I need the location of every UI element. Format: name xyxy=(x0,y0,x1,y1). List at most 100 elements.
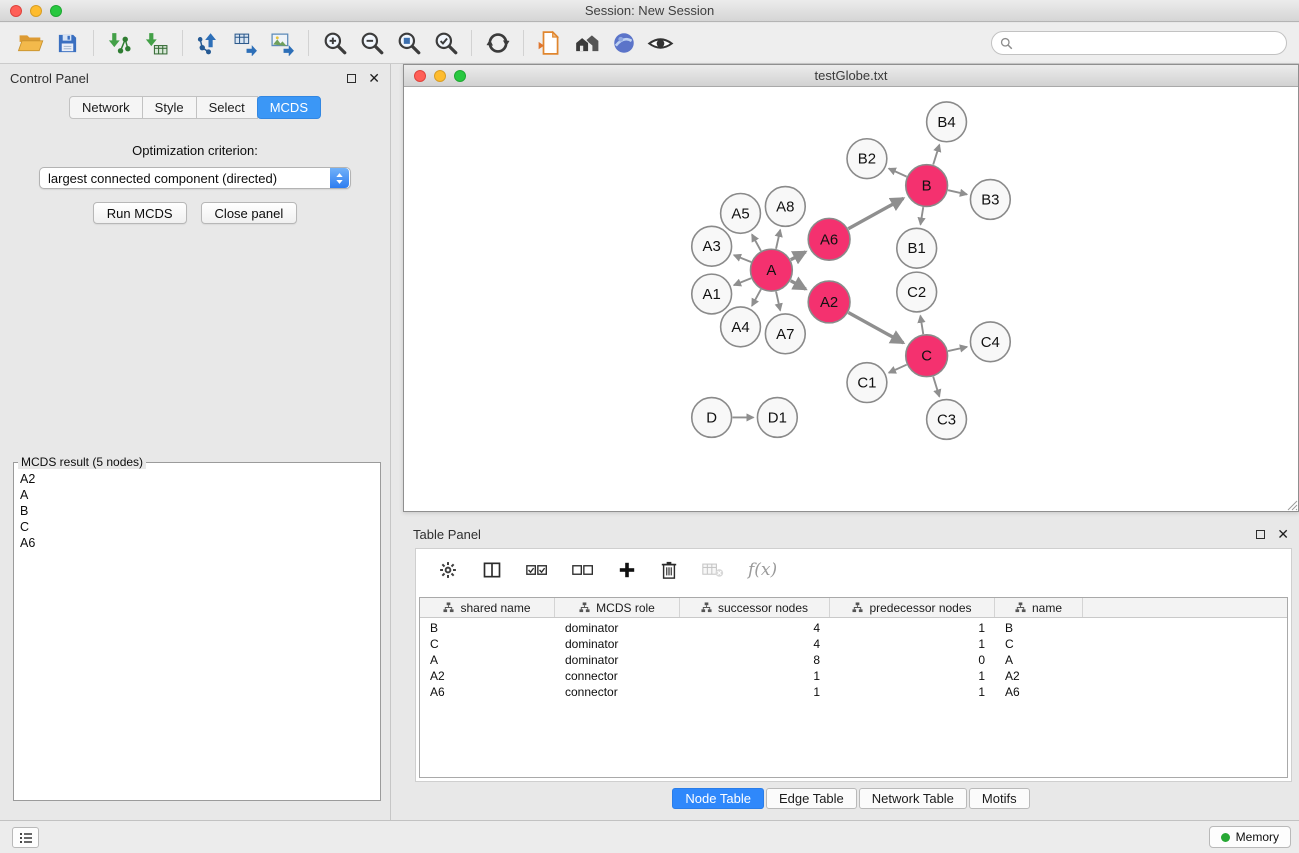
network-node[interactable]: C3 xyxy=(927,400,967,440)
network-canvas[interactable]: B4B2BB3A5A8A6B1A3AC2A1A2A4A7CC4C1C3DD1 xyxy=(405,88,1297,510)
table-cell[interactable]: dominator xyxy=(555,637,680,651)
resize-grip-icon[interactable] xyxy=(1285,498,1298,511)
network-edge[interactable] xyxy=(948,190,967,194)
deselect-all-button[interactable] xyxy=(572,562,594,578)
column-header[interactable]: shared name xyxy=(420,598,555,617)
table-row[interactable]: Adominator80A xyxy=(420,652,1287,668)
table-cell[interactable]: 1 xyxy=(830,621,995,635)
network-edge[interactable] xyxy=(752,235,761,251)
close-network-icon[interactable] xyxy=(414,70,426,82)
table-row[interactable]: A6connector11A6 xyxy=(420,684,1287,700)
close-panel-button[interactable]: Close panel xyxy=(201,202,298,224)
table-cell[interactable]: 8 xyxy=(680,653,830,667)
table-cell[interactable]: A6 xyxy=(995,685,1083,699)
network-window-titlebar[interactable]: testGlobe.txt xyxy=(404,65,1298,87)
network-edge[interactable] xyxy=(791,252,806,260)
zoom-in-button[interactable] xyxy=(316,26,353,60)
tab-motifs[interactable]: Motifs xyxy=(969,788,1030,809)
network-node[interactable]: A6 xyxy=(808,218,850,260)
tab-mcds[interactable]: MCDS xyxy=(257,96,321,119)
zoom-network-icon[interactable] xyxy=(454,70,466,82)
table-cell[interactable]: A2 xyxy=(995,669,1083,683)
memory-button[interactable]: Memory xyxy=(1209,826,1291,848)
close-panel-icon[interactable]: ✕ xyxy=(368,71,380,85)
new-network-button[interactable] xyxy=(190,26,227,60)
mcds-result-item[interactable]: A xyxy=(20,487,374,503)
tab-select[interactable]: Select xyxy=(196,96,258,119)
table-cell[interactable]: 4 xyxy=(680,621,830,635)
network-node[interactable]: A8 xyxy=(765,187,805,227)
minimize-window-icon[interactable] xyxy=(30,5,42,17)
network-node[interactable]: D1 xyxy=(757,398,797,438)
column-header[interactable]: predecessor nodes xyxy=(830,598,995,617)
network-node[interactable]: A4 xyxy=(721,307,761,347)
mcds-result-item[interactable]: A6 xyxy=(20,535,374,551)
network-node[interactable]: A5 xyxy=(721,194,761,234)
table-cell[interactable]: A2 xyxy=(420,669,555,683)
export-table-button[interactable] xyxy=(227,26,264,60)
close-table-panel-icon[interactable]: ✕ xyxy=(1277,527,1289,541)
network-edge[interactable] xyxy=(889,365,907,373)
search-input[interactable] xyxy=(1018,36,1278,51)
table-cell[interactable]: 1 xyxy=(680,685,830,699)
import-network-button[interactable] xyxy=(101,26,138,60)
tab-network[interactable]: Network xyxy=(69,96,143,119)
network-node[interactable]: A3 xyxy=(692,226,732,266)
table-cell[interactable]: A xyxy=(420,653,555,667)
table-cell[interactable]: 0 xyxy=(830,653,995,667)
network-edge[interactable] xyxy=(933,377,939,397)
delete-column-button[interactable] xyxy=(660,560,678,580)
network-edge[interactable] xyxy=(933,145,939,165)
style-paint-button[interactable] xyxy=(605,26,642,60)
select-all-button[interactable] xyxy=(526,562,548,578)
search-box[interactable] xyxy=(991,31,1287,55)
network-edge[interactable] xyxy=(776,230,780,249)
show-columns-button[interactable] xyxy=(482,560,502,580)
float-table-panel-icon[interactable] xyxy=(1256,530,1265,539)
table-cell[interactable]: 1 xyxy=(830,637,995,651)
table-row[interactable]: A2connector11A2 xyxy=(420,668,1287,684)
zoom-selected-button[interactable] xyxy=(427,26,464,60)
network-graph[interactable]: B4B2BB3A5A8A6B1A3AC2A1A2A4A7CC4C1C3DD1 xyxy=(405,88,1297,510)
network-edge[interactable] xyxy=(734,255,751,262)
home-button[interactable] xyxy=(568,26,605,60)
network-node[interactable]: B3 xyxy=(970,180,1010,220)
create-column-button[interactable] xyxy=(618,561,636,579)
open-session-button[interactable] xyxy=(12,26,49,60)
network-edge[interactable] xyxy=(848,198,903,228)
table-settings-button[interactable] xyxy=(438,560,458,580)
table-cell[interactable]: connector xyxy=(555,685,680,699)
table-cell[interactable]: A xyxy=(995,653,1083,667)
float-panel-icon[interactable] xyxy=(347,74,356,83)
network-node[interactable]: B4 xyxy=(927,102,967,142)
network-node[interactable]: A7 xyxy=(765,314,805,354)
optimization-criterion-select[interactable]: largest connected component (directed) xyxy=(39,167,351,189)
network-node[interactable]: A xyxy=(750,249,792,291)
network-file-button[interactable] xyxy=(531,26,568,60)
network-node[interactable]: A2 xyxy=(808,281,850,323)
network-edge[interactable] xyxy=(848,313,903,343)
network-node[interactable]: C xyxy=(906,335,948,377)
tab-node-table[interactable]: Node Table xyxy=(672,788,764,809)
table-cell[interactable]: connector xyxy=(555,669,680,683)
table-cell[interactable]: dominator xyxy=(555,653,680,667)
network-edge[interactable] xyxy=(734,278,751,285)
network-node[interactable]: C4 xyxy=(970,322,1010,362)
network-node[interactable]: A1 xyxy=(692,274,732,314)
close-window-icon[interactable] xyxy=(10,5,22,17)
table-row[interactable]: Bdominator41B xyxy=(420,620,1287,636)
mcds-result-item[interactable]: A2 xyxy=(20,471,374,487)
table-cell[interactable]: A6 xyxy=(420,685,555,699)
table-cell[interactable]: B xyxy=(420,621,555,635)
network-node[interactable]: C2 xyxy=(897,272,937,312)
network-node[interactable]: B1 xyxy=(897,228,937,268)
network-edge[interactable] xyxy=(791,281,806,289)
minimize-network-icon[interactable] xyxy=(434,70,446,82)
column-header[interactable]: successor nodes xyxy=(680,598,830,617)
zoom-window-icon[interactable] xyxy=(50,5,62,17)
column-header[interactable]: name xyxy=(995,598,1083,617)
network-edge[interactable] xyxy=(920,316,923,334)
show-hide-button[interactable] xyxy=(642,26,679,60)
network-node[interactable]: C1 xyxy=(847,363,887,403)
run-mcds-button[interactable]: Run MCDS xyxy=(93,202,187,224)
